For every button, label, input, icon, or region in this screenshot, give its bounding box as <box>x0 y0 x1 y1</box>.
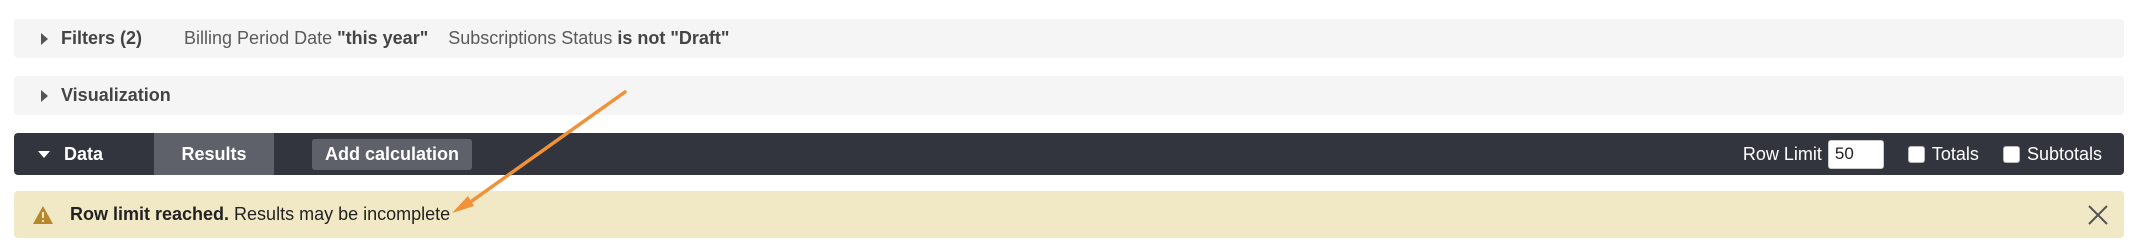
filter-summary: Billing Period Date "this year" Subscrip… <box>184 28 749 49</box>
filter-value: is not "Draft" <box>617 28 730 48</box>
visualization-title: Visualization <box>61 85 171 105</box>
filter-label: Subscriptions Status <box>448 28 618 48</box>
data-toolbar: Data Results Add calculation Row Limit T… <box>14 133 2124 175</box>
tab-data[interactable]: Data <box>64 144 154 165</box>
filters-panel[interactable]: Filters (2) Billing Period Date "this ye… <box>14 19 2124 58</box>
caret-right-icon <box>41 89 48 102</box>
caret-down-icon[interactable] <box>38 150 50 158</box>
row-controls: Row Limit Totals Subtotals <box>1742 139 2102 169</box>
subtotals-label[interactable]: Subtotals <box>2027 144 2102 165</box>
totals-checkbox[interactable] <box>1907 145 1925 163</box>
row-limit-label: Row Limit <box>1742 143 1822 164</box>
warning-message: Row limit reached. Results may be incomp… <box>70 204 450 225</box>
row-limit-warning: Row limit reached. Results may be incomp… <box>14 191 2124 238</box>
row-limit-input[interactable] <box>1827 139 1884 169</box>
caret-right-icon <box>41 32 48 45</box>
add-calculation-button[interactable]: Add calculation <box>312 138 473 170</box>
filters-title: Filters (2) <box>61 28 143 48</box>
totals-label[interactable]: Totals <box>1932 144 1979 165</box>
tab-results[interactable]: Results <box>154 133 274 175</box>
warning-bold: Row limit reached. <box>70 204 230 224</box>
visualization-panel[interactable]: Visualization <box>14 76 2124 115</box>
close-icon[interactable] <box>2086 203 2110 227</box>
filter-item-billing-period: Billing Period Date "this year" <box>184 28 428 49</box>
filter-item-subscription-status: Subscriptions Status is not "Draft" <box>448 28 729 49</box>
totals-toggle[interactable]: Totals <box>1907 144 1979 165</box>
warning-detail: Results may be incomplete <box>229 204 451 224</box>
warning-triangle-icon <box>33 205 53 224</box>
filter-value: "this year" <box>337 28 429 48</box>
subtotals-checkbox[interactable] <box>2002 145 2020 163</box>
filter-label: Billing Period Date <box>184 28 338 48</box>
subtotals-toggle[interactable]: Subtotals <box>2002 144 2102 165</box>
